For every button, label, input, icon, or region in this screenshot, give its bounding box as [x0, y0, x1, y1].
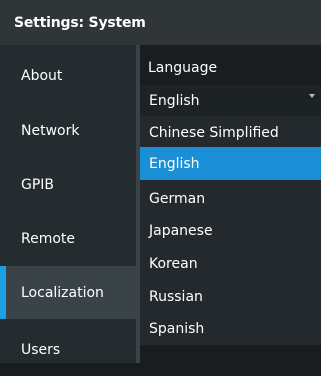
option-label: Chinese Simplified: [149, 124, 279, 141]
language-option-german[interactable]: German: [140, 182, 321, 215]
option-label: German: [149, 190, 206, 207]
language-option-english[interactable]: English: [140, 147, 321, 180]
language-label: Language: [148, 60, 218, 76]
option-label: Russian: [149, 288, 203, 305]
sidebar-item-label: Network: [21, 122, 80, 139]
option-label: Spanish: [149, 320, 205, 337]
sidebar-item-network[interactable]: Network: [0, 104, 136, 157]
sidebar-item-label: Users: [21, 341, 61, 358]
sidebar-item-remote[interactable]: Remote: [0, 212, 136, 265]
language-select-value: English: [149, 92, 200, 109]
chevron-down-icon: [309, 94, 315, 98]
sidebar-item-label: Localization: [21, 284, 104, 301]
sidebar-item-gpib[interactable]: GPIB: [0, 158, 136, 211]
language-option-spanish[interactable]: Spanish: [140, 312, 321, 345]
sidebar-item-label: GPIB: [21, 176, 55, 193]
language-dropdown-list: Chinese Simplified English German Japane…: [140, 116, 321, 345]
option-label: Japanese: [149, 222, 213, 239]
active-indicator: [0, 266, 6, 319]
sidebar-item-label: Remote: [21, 230, 76, 247]
option-label: Korean: [149, 255, 198, 272]
sidebar-item-label: About: [21, 67, 63, 84]
sidebar-item-about[interactable]: About: [0, 49, 136, 102]
sidebar-item-localization[interactable]: Localization: [0, 266, 136, 319]
settings-sidebar: About Network GPIB Remote Localization U…: [0, 45, 136, 363]
option-label: English: [149, 155, 200, 172]
language-select[interactable]: English: [140, 85, 321, 116]
window-title: Settings: System: [14, 14, 146, 31]
language-option-russian[interactable]: Russian: [140, 280, 321, 313]
window-titlebar: Settings: System: [0, 0, 321, 45]
sidebar-item-users[interactable]: Users: [0, 323, 136, 376]
language-option-korean[interactable]: Korean: [140, 247, 321, 280]
language-option-japanese[interactable]: Japanese: [140, 214, 321, 247]
language-option-chinese-simplified[interactable]: Chinese Simplified: [140, 116, 321, 149]
